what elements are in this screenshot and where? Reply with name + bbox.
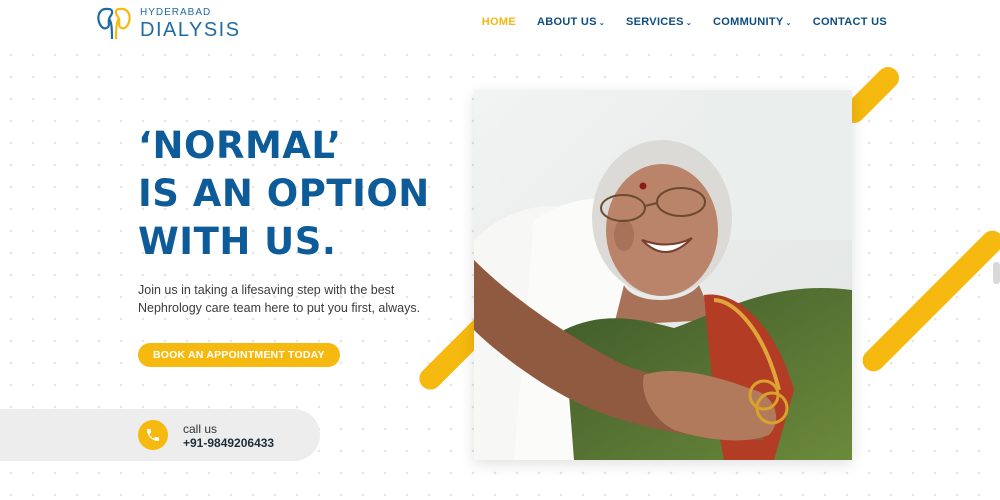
nav-community-label: COMMUNITY <box>713 16 784 28</box>
call-us-label: call us <box>183 422 218 436</box>
nav-about-us[interactable]: ABOUT US ⌄ <box>537 16 605 28</box>
logo-top-text: HYDERABAD <box>140 7 212 18</box>
scrollbar-handle[interactable] <box>993 262 1000 284</box>
chevron-down-icon: ⌄ <box>685 19 692 27</box>
hero-headline-line2: IS AN OPTION <box>138 172 430 215</box>
hero-tagline: Join us in taking a lifesaving step with… <box>138 283 421 315</box>
logo-bottom-text: DIALYSIS <box>140 19 241 41</box>
hero-headline-line1: ‘NORMAL’ <box>138 124 342 167</box>
call-us-number[interactable]: +91-9849206433 <box>183 436 274 450</box>
nav-home[interactable]: HOME <box>482 16 516 28</box>
site-logo[interactable]: HYDERABAD DIALYSIS <box>94 5 241 41</box>
phone-icon[interactable] <box>138 420 168 450</box>
nav-contact-us[interactable]: CONTACT US <box>813 16 887 28</box>
page: HYDERABAD DIALYSIS HOME ABOUT US ⌄ SERVI… <box>0 0 1000 500</box>
logo-text: HYDERABAD DIALYSIS <box>140 6 241 41</box>
site-header: HYDERABAD DIALYSIS HOME ABOUT US ⌄ SERVI… <box>0 0 1000 46</box>
elderly-woman-smiling-photo <box>474 90 852 460</box>
main-nav: HOME ABOUT US ⌄ SERVICES ⌄ COMMUNITY ⌄ C… <box>461 16 887 28</box>
kidneys-icon <box>97 7 131 40</box>
phone-glyph <box>147 429 159 441</box>
nav-home-label: HOME <box>481 16 516 28</box>
hero-photo <box>474 90 852 460</box>
hero-headline-line3: WITH US. <box>138 220 337 263</box>
chevron-down-icon: ⌄ <box>785 19 792 27</box>
nav-about-us-label: ABOUT US <box>536 16 597 28</box>
nav-contact-us-label: CONTACT US <box>812 16 887 28</box>
nav-services[interactable]: SERVICES ⌄ <box>626 16 692 28</box>
nav-services-label: SERVICES <box>625 16 684 28</box>
chevron-down-icon: ⌄ <box>598 19 605 27</box>
decorative-stripe-right <box>858 226 1000 376</box>
nav-community[interactable]: COMMUNITY ⌄ <box>713 16 792 28</box>
hero-headline: ‘NORMAL’ IS AN OPTION WITH US. <box>138 122 430 266</box>
book-appointment-button[interactable]: BOOK AN APPOINTMENT TODAY <box>138 343 340 367</box>
